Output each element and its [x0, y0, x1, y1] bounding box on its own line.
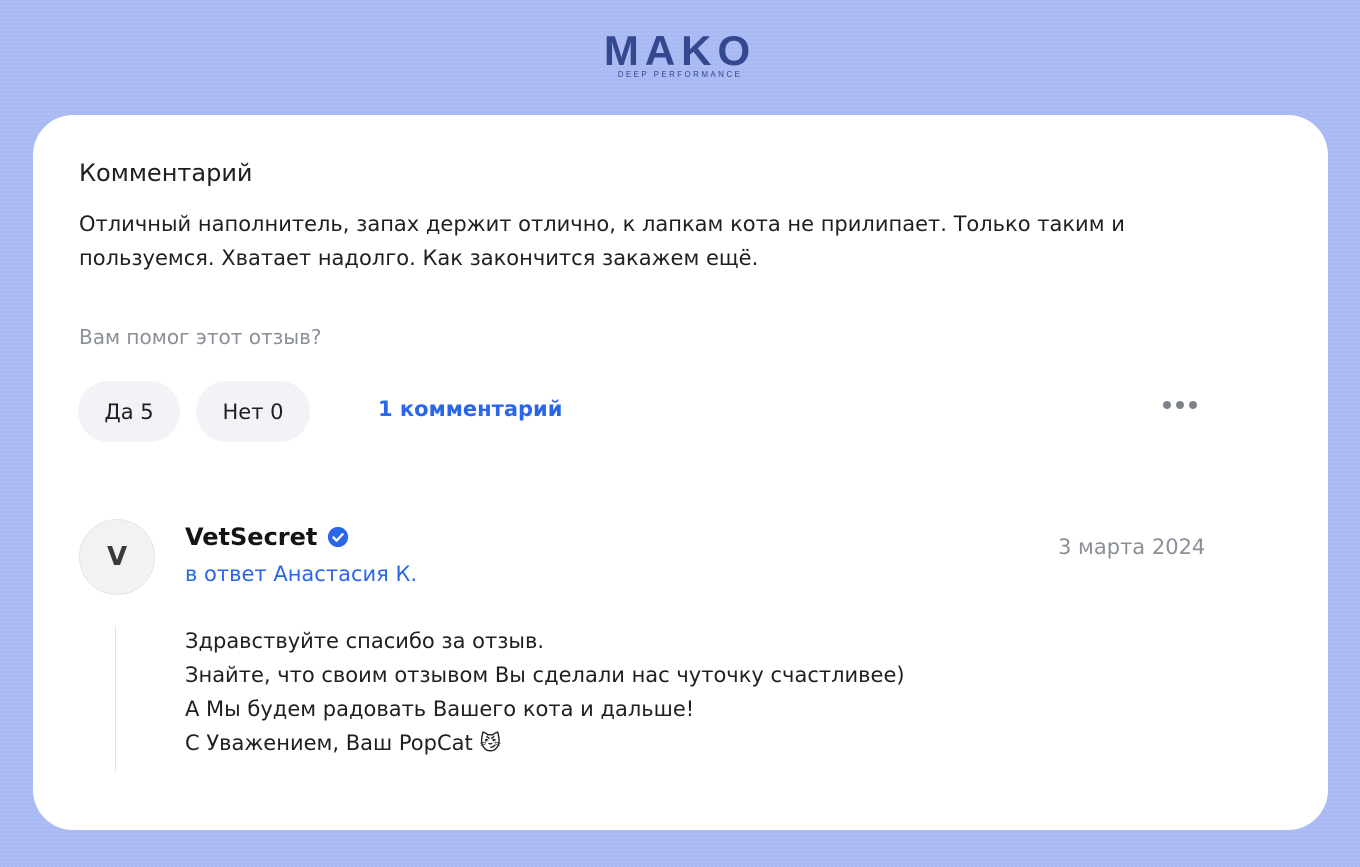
comments-link[interactable]: 1 комментарий [378, 397, 563, 421]
comment-author[interactable]: VetSecret [185, 523, 349, 551]
avatar: V [79, 519, 155, 595]
logo-tagline: DEEP PERFORMANCE [617, 70, 743, 79]
comment-line: Знайте, что своим отзывом Вы сделали нас… [185, 663, 905, 687]
comment-line: Здравствуйте спасибо за отзыв. [185, 629, 545, 653]
review-heading: Комментарий [79, 159, 253, 187]
review-text: Отличный наполнитель, запах держит отлич… [79, 212, 1125, 270]
helpful-question: Вам помог этот отзыв? [79, 325, 322, 349]
brand-logo: MAKO DEEP PERFORMANCE [0, 30, 1360, 79]
verified-icon [328, 526, 349, 548]
helpful-yes-button[interactable]: Да 5 [78, 381, 180, 442]
logo-wordmark: MAKO [603, 30, 757, 66]
comment-body: Здравствуйте спасибо за отзыв. Знайте, ч… [185, 624, 905, 760]
helpful-no-button[interactable]: Нет 0 [196, 381, 310, 442]
comment-date: 3 марта 2024 [1058, 535, 1206, 559]
dot [1189, 401, 1197, 409]
review-card: Комментарий Отличный наполнитель, запах … [33, 115, 1328, 830]
reply-to-link[interactable]: в ответ Анастасия К. [185, 562, 417, 586]
more-options-icon[interactable] [1163, 401, 1197, 409]
dot [1176, 401, 1184, 409]
comment-line: С Уважением, Ваш PopCat 😼 [185, 731, 502, 755]
dot [1163, 401, 1171, 409]
comment-line: А Мы будем радовать Вашего кота и дальше… [185, 697, 695, 721]
author-name: VetSecret [185, 523, 318, 551]
thread-line [115, 626, 116, 772]
